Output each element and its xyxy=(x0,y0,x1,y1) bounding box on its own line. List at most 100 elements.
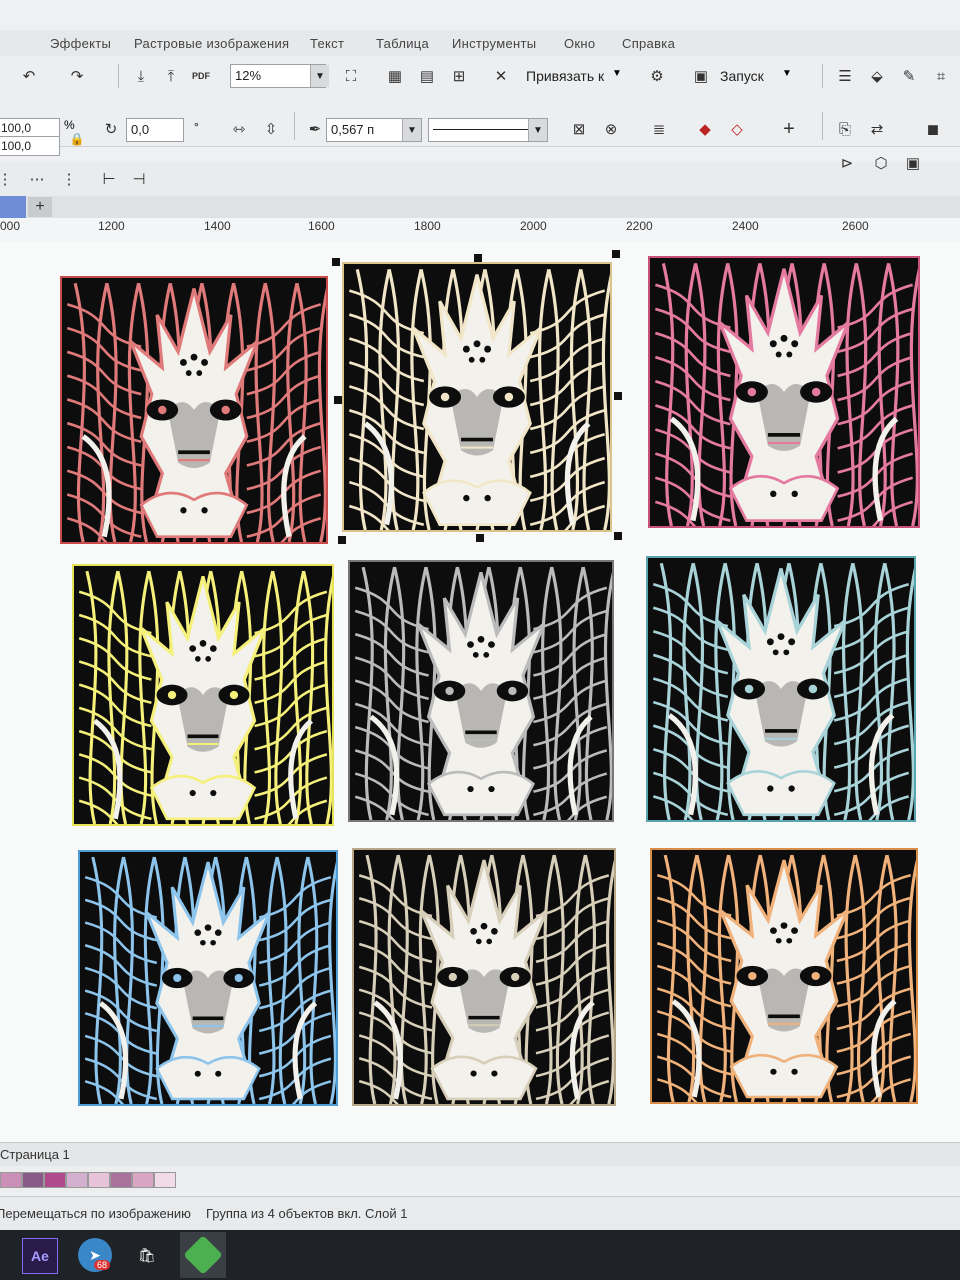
menu-window[interactable]: Окно xyxy=(564,36,595,51)
horizontal-ruler[interactable]: 000 1200 1400 1600 1800 2000 2200 2400 2… xyxy=(0,218,960,243)
color-swatch[interactable] xyxy=(154,1172,176,1188)
dragon-artwork xyxy=(80,852,336,1104)
wrap-text-icon[interactable]: ≣ xyxy=(646,116,672,142)
export-icon[interactable]: ⤒ xyxy=(158,63,184,89)
full-screen-icon[interactable]: ⛶ xyxy=(338,63,364,89)
ruler-tick-label: 000 xyxy=(0,219,21,233)
combine-icon[interactable]: ⊗ xyxy=(598,116,624,142)
selection-handle[interactable] xyxy=(332,258,340,266)
dragon-tile-red[interactable] xyxy=(60,276,328,544)
dragon-tile-pink[interactable] xyxy=(648,256,920,528)
line-style-sample xyxy=(433,129,543,130)
menu-table[interactable]: Таблица xyxy=(376,36,429,51)
dragon-tile-blue[interactable] xyxy=(78,850,338,1106)
menu-bar: Эффекты Растровые изображения Текст Табл… xyxy=(0,30,960,57)
page-tab[interactable]: Страница 1 xyxy=(0,1147,70,1162)
line-style-dropdown-icon[interactable]: ▼ xyxy=(528,119,547,141)
import-icon[interactable]: ⤓ xyxy=(128,63,154,89)
options-gear-icon[interactable]: ⚙ xyxy=(644,63,670,89)
notification-badge: 68 xyxy=(94,1260,111,1270)
arrange-toolbar: ⋮ ⋯ ⋮ ⊢ ⊣ ⊳ ⬡ ▣ xyxy=(0,155,960,197)
to-back-icon[interactable]: ◇ xyxy=(724,116,750,142)
node-icon[interactable]: ⋮ xyxy=(0,166,18,192)
separator xyxy=(822,64,823,88)
zoom-dropdown-icon[interactable]: ▼ xyxy=(310,65,329,87)
frame-icon[interactable]: ▣ xyxy=(900,150,926,176)
color-swatch[interactable] xyxy=(88,1172,110,1188)
selection-handle[interactable] xyxy=(474,254,482,262)
selection-handle[interactable] xyxy=(614,392,622,400)
align-icon[interactable]: ☰ xyxy=(832,63,858,89)
separator xyxy=(118,64,119,88)
drawing-canvas[interactable] xyxy=(0,242,960,1142)
redo-icon[interactable]: ↷ xyxy=(64,63,90,89)
ruler-tick-label: 2000 xyxy=(520,219,547,233)
ruler-tick-label: 1200 xyxy=(98,219,125,233)
launch-icon[interactable]: ▣ xyxy=(688,63,714,89)
height-field[interactable]: 100,0 xyxy=(0,136,60,156)
standard-toolbar: ↶ ↷ ⤓ ⤒ PDF 12% ▼ ⛶ ▦ ▤ ⊞ ✕ Привязать к … xyxy=(0,56,960,97)
dragon-tile-cream[interactable] xyxy=(342,262,612,532)
extrude-icon[interactable]: ⬡ xyxy=(868,150,894,176)
snap-dropdown-icon[interactable]: ▼ xyxy=(612,68,622,79)
color-swatch[interactable] xyxy=(66,1172,88,1188)
coreldraw-icon[interactable] xyxy=(180,1232,226,1278)
selection-handle[interactable] xyxy=(334,396,342,404)
mirror-vertical-icon[interactable]: ⇳ xyxy=(258,116,284,142)
lock-ratio-icon[interactable]: 🔒 xyxy=(64,126,90,152)
color-swatch[interactable] xyxy=(132,1172,154,1188)
selection-handle[interactable] xyxy=(338,536,346,544)
document-tab[interactable] xyxy=(0,196,26,218)
color-swatch[interactable] xyxy=(22,1172,44,1188)
undo-icon[interactable]: ↶ xyxy=(16,63,42,89)
pen-icon[interactable]: ✎ xyxy=(896,63,922,89)
launch-dropdown-icon[interactable]: ▼ xyxy=(782,68,792,79)
add-tab-button[interactable]: + xyxy=(28,197,52,217)
color-swatch[interactable] xyxy=(44,1172,66,1188)
after-effects-icon[interactable]: Ae xyxy=(22,1238,58,1274)
menu-tools[interactable]: Инструменты xyxy=(452,36,536,51)
to-front-icon[interactable]: ◆ xyxy=(692,116,718,142)
transform-icon[interactable]: ⇄ xyxy=(864,116,890,142)
dragon-tile-teal[interactable] xyxy=(646,556,916,822)
snap-off-icon[interactable]: ✕ xyxy=(488,63,514,89)
rulers-icon[interactable]: ▦ xyxy=(382,63,408,89)
grid-icon[interactable]: ▤ xyxy=(414,63,440,89)
menu-bitmaps[interactable]: Растровые изображения xyxy=(134,36,289,51)
snap-to-label[interactable]: Привязать к xyxy=(526,68,604,84)
break-apart-icon[interactable]: ⊠ xyxy=(566,116,592,142)
menu-text[interactable]: Текст xyxy=(310,36,344,51)
mirror-horizontal-icon[interactable]: ⇿ xyxy=(226,116,252,142)
crop-icon[interactable]: ⌗ xyxy=(928,63,954,89)
pdf-icon[interactable]: PDF xyxy=(188,63,214,89)
color-swatch[interactable] xyxy=(0,1172,22,1188)
outline-width-dropdown-icon[interactable]: ▼ xyxy=(402,119,421,141)
add-icon[interactable]: + xyxy=(776,116,802,142)
align-right-icon[interactable]: ⊣ xyxy=(126,166,152,192)
distribute-icon[interactable]: ⋯ xyxy=(24,166,50,192)
color-swatch[interactable] xyxy=(110,1172,132,1188)
align-center-icon[interactable]: ⋮ xyxy=(56,166,82,192)
selection-handle[interactable] xyxy=(476,534,484,542)
dragon-tile-orange[interactable] xyxy=(650,848,918,1104)
dragon-artwork xyxy=(344,264,610,530)
page-layout-icon[interactable]: ⎘ xyxy=(832,116,858,142)
launch-label[interactable]: Запуск xyxy=(720,68,764,84)
dragon-tile-gray[interactable] xyxy=(348,560,614,822)
menu-help[interactable]: Справка xyxy=(622,36,675,51)
menu-effects[interactable]: Эффекты xyxy=(50,36,111,51)
shape-icon[interactable]: ◼ xyxy=(920,116,946,142)
fill-icon[interactable]: ⬙ xyxy=(864,63,890,89)
width-field[interactable]: 100,0 xyxy=(0,118,60,138)
guidelines-icon[interactable]: ⊞ xyxy=(446,63,472,89)
rotation-field[interactable]: 0,0 xyxy=(126,118,184,142)
dragon-tile-yellow[interactable] xyxy=(72,564,334,826)
selection-handle[interactable] xyxy=(612,250,620,258)
selection-handle[interactable] xyxy=(614,532,622,540)
store-icon[interactable]: 🛍 xyxy=(130,1238,164,1272)
os-taskbar: Ae ➤ 68 🛍 xyxy=(0,1230,960,1280)
align-left-icon[interactable]: ⊢ xyxy=(96,166,122,192)
dragon-tile-beige[interactable] xyxy=(352,848,616,1106)
perspective-icon[interactable]: ⊳ xyxy=(834,150,860,176)
ruler-tick-label: 1400 xyxy=(204,219,231,233)
